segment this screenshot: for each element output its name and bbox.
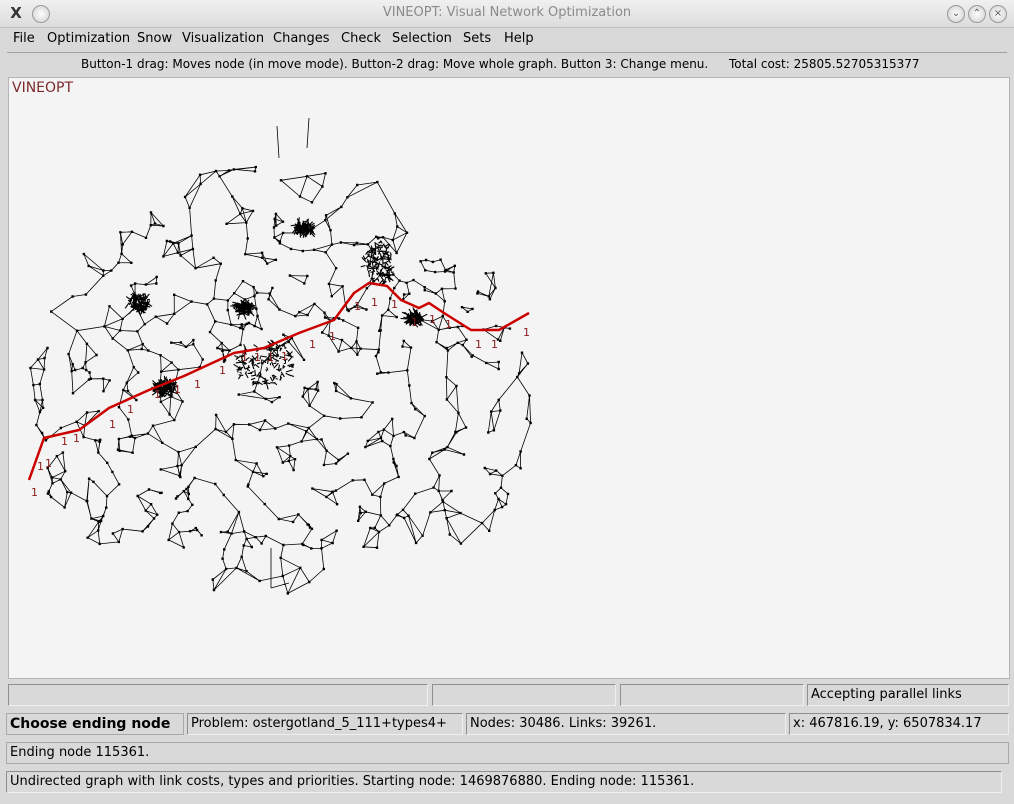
route-label-0: 1 xyxy=(31,486,38,499)
menu-changes[interactable]: Changes xyxy=(273,31,330,46)
route-label-14: 1 xyxy=(281,350,288,363)
route-label-8: 1 xyxy=(174,383,181,396)
route-label-6: 1 xyxy=(127,403,134,416)
route-label-1: 1 xyxy=(37,460,44,473)
counts-status: Nodes: 30486. Links: 39261. xyxy=(466,713,786,735)
route-label-19: 1 xyxy=(391,298,398,311)
menu-sets[interactable]: Sets xyxy=(463,31,491,46)
window-title: VINEOPT: Visual Network Optimization xyxy=(382,5,632,20)
menu-file[interactable]: File xyxy=(13,31,35,46)
route-label-10: 1 xyxy=(219,364,226,377)
route-label-15: 1 xyxy=(309,338,316,351)
coords-status: x: 467816.19, y: 6507834.17 xyxy=(789,713,1009,735)
menu-help[interactable]: Help xyxy=(504,31,534,46)
route-label-20: 1 xyxy=(411,316,418,329)
route-label-13: 1 xyxy=(267,351,274,364)
menu-check[interactable]: Check xyxy=(341,31,381,46)
menu-bar: File Optimization Snow Visualization Cha… xyxy=(0,28,1014,50)
route-label-5: 1 xyxy=(109,418,116,431)
route-label-22: 1 xyxy=(445,318,452,331)
description-status: Undirected graph with link costs, types … xyxy=(6,771,1002,793)
menu-optimization[interactable]: Optimization xyxy=(47,31,130,46)
total-cost-text: Total cost: 25805.52705315377 xyxy=(729,57,920,71)
status-field-empty-3 xyxy=(620,684,804,706)
route-label-3: 1 xyxy=(61,435,68,448)
route-label-7: 1 xyxy=(154,388,161,401)
instructions-text: Button-1 drag: Moves node (in move mode)… xyxy=(81,57,709,71)
close-icon[interactable]: × xyxy=(989,5,1007,23)
menu-visualization[interactable]: Visualization xyxy=(182,31,264,46)
menu-snow[interactable]: Snow xyxy=(137,31,172,46)
message-status: Ending node 115361. xyxy=(6,742,1009,764)
title-bar: X VINEOPT: Visual Network Optimization ⌄… xyxy=(0,0,1014,28)
route-label-25: 1 xyxy=(523,326,530,339)
route-label-9: 1 xyxy=(194,378,201,391)
route-label-4: 1 xyxy=(73,432,80,445)
network-graph[interactable]: 11 11 1111 1 111 1 1 1111 1 11 1 11 11 xyxy=(9,78,1009,678)
dense-cluster-1 xyxy=(360,240,395,287)
route-label-21: 1 xyxy=(429,313,436,326)
route-label-23: 1 xyxy=(475,338,482,351)
info-bar: Button-1 drag: Moves node (in move mode)… xyxy=(7,52,1007,75)
status-field-empty-2 xyxy=(432,684,616,706)
problem-status: Problem: ostergotland_5_111+types4+ xyxy=(187,713,463,735)
mode-status: Choose ending node xyxy=(6,713,184,735)
minimize-icon[interactable]: ⌄ xyxy=(947,5,965,23)
route-label-16: 1 xyxy=(329,330,336,343)
status-field-empty-1 xyxy=(8,684,428,706)
route-label-2: 1 xyxy=(45,457,52,470)
maximize-icon[interactable]: ⌃ xyxy=(968,5,986,23)
dense-cluster-3 xyxy=(230,299,258,320)
route-label-24: 1 xyxy=(491,338,498,351)
dense-cluster-6 xyxy=(290,217,316,238)
parallel-links-status: Accepting parallel links xyxy=(807,684,1009,706)
network-canvas[interactable]: VINEOPT 11111111111111111111111111 xyxy=(8,77,1010,679)
route-label-18: 1 xyxy=(371,296,378,309)
menu-selection[interactable]: Selection xyxy=(392,31,452,46)
route-label-12: 1 xyxy=(254,351,261,364)
route-label-11: 1 xyxy=(241,351,248,364)
route-label-17: 1 xyxy=(354,300,361,313)
